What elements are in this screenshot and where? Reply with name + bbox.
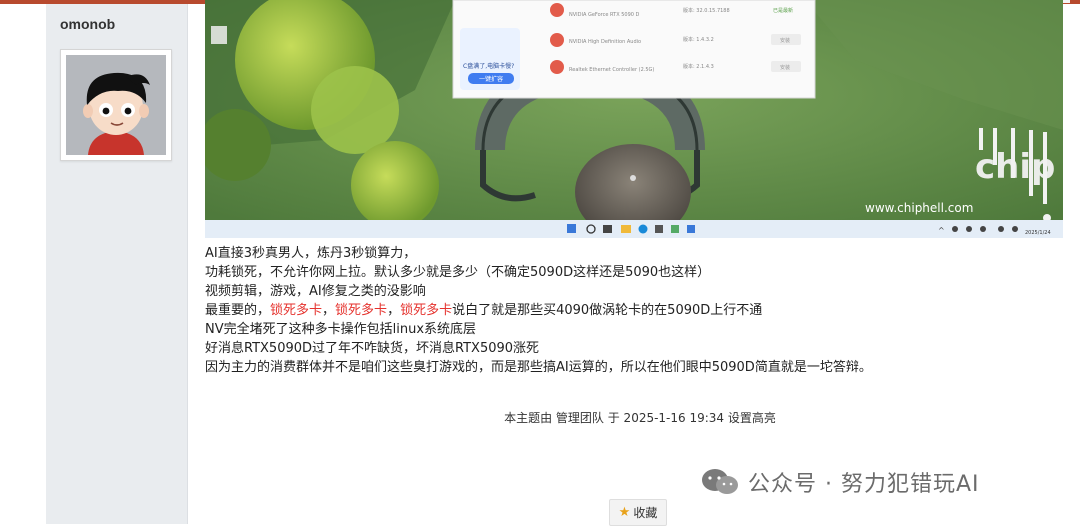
post-line: 功耗锁死，不允许你网上拉。默认多少就是多少（不确定5090D这样还是5090也这… [205,265,711,280]
page-left-margin [0,4,46,524]
author-username[interactable]: omonob [60,16,115,32]
separator: ， [322,303,336,318]
tray-date[interactable]: 2025/1/24 [1025,230,1051,236]
driver-version: 版本: 32.0.15.7188 [683,7,730,14]
logo-text: chip hell [975,147,1063,187]
edge-browser-icon[interactable] [638,224,648,234]
driver-name: Realtek Ethernet Controller (2.5G) [569,67,654,73]
separator: ， [387,303,401,318]
post-line-prefix: 最重要的， [205,303,271,318]
author-sidebar: omonob [46,4,188,524]
highlight-red-text: 锁死多卡 [270,303,323,318]
volume-icon[interactable] [1012,226,1018,232]
cartoon-avatar-icon [66,55,166,155]
app-icon[interactable] [655,225,663,233]
tray-icon[interactable] [980,226,986,232]
driver-name: NVIDIA High Definition Audio [569,39,641,45]
post-line: 视频剪辑，游戏，AI修复之类的没影响 [205,284,426,299]
favorite-button-label: 收藏 [633,506,658,520]
driver-icon [550,60,564,74]
app-icon[interactable] [671,225,679,233]
highlight-red-text: 锁死多卡 [335,303,388,318]
file-explorer-icon[interactable] [621,225,631,233]
driver-icon [550,3,564,17]
watermark-text: 公众号 · 努力犯错玩AI [748,472,980,497]
post-line: 好消息RTX5090D过了年不咋缺货，坏消息RTX5090涨死 [205,341,540,356]
windows-taskbar [205,220,1063,238]
wifi-icon[interactable] [998,226,1004,232]
post-line-suffix: 说白了就是那些买4090做涡轮卡的在5090D上行不通 [452,303,763,318]
driver-version: 版本: 1.4.3.2 [683,36,714,43]
post-line-highlight: 最重要的，锁死多卡，锁死多卡，锁死多卡说白了就是那些买4090做涡轮卡的在509… [205,301,1065,320]
wechat-icon [702,469,738,494]
app-icon[interactable] [687,225,695,233]
tray-icon[interactable] [966,226,972,232]
post-line: 因为主力的消费群体并不是咱们这些臭打游戏的，而是那些搞AI运算的，所以在他们眼中… [205,360,872,375]
expand-drive-button-label: 一键扩容 [479,75,503,83]
post-body: AI直接3秒真男人，炼丹3秒锁算力， 功耗锁死，不允许你网上拉。默认多少就是多少… [205,244,1065,377]
driver-status: 已是最新 [773,7,793,14]
driver-icon [550,33,564,47]
highlight-red-text: 锁死多卡 [400,303,453,318]
post-line: NV完全堵死了这种多卡操作包括linux系统底层 [205,322,477,337]
install-driver-label: 安装 [780,37,790,44]
task-view-icon[interactable] [603,225,612,233]
tray-icon[interactable] [952,226,958,232]
site-watermark: www.chiphell.com [865,201,973,215]
star-icon: ★ [618,505,631,520]
post-screenshot-image[interactable]: C盘满了,电脑卡慢? 一键扩容 NVIDIA GeForce RTX 5090 … [205,0,1063,238]
tray-chevron-icon[interactable]: ^ [938,226,945,235]
post-line: AI直接3秒真男人，炼丹3秒锁算力， [205,246,417,261]
ad-text: C盘满了,电脑卡慢? [463,62,514,70]
moderation-note: 本主题由 管理团队 于 2025-1-16 19:34 设置高亮 [504,411,776,425]
driver-name: NVIDIA GeForce RTX 5090 D [569,12,640,18]
author-avatar[interactable] [60,49,172,161]
desktop-file-icon [211,26,227,44]
driver-version: 版本: 2.1.4.3 [683,63,714,70]
favorite-button[interactable]: ★ 收藏 [609,499,667,526]
wechat-watermark: 公众号 · 努力犯错玩AI [700,466,980,498]
windows-start-icon[interactable] [567,224,576,233]
install-driver-label: 安装 [780,64,790,71]
